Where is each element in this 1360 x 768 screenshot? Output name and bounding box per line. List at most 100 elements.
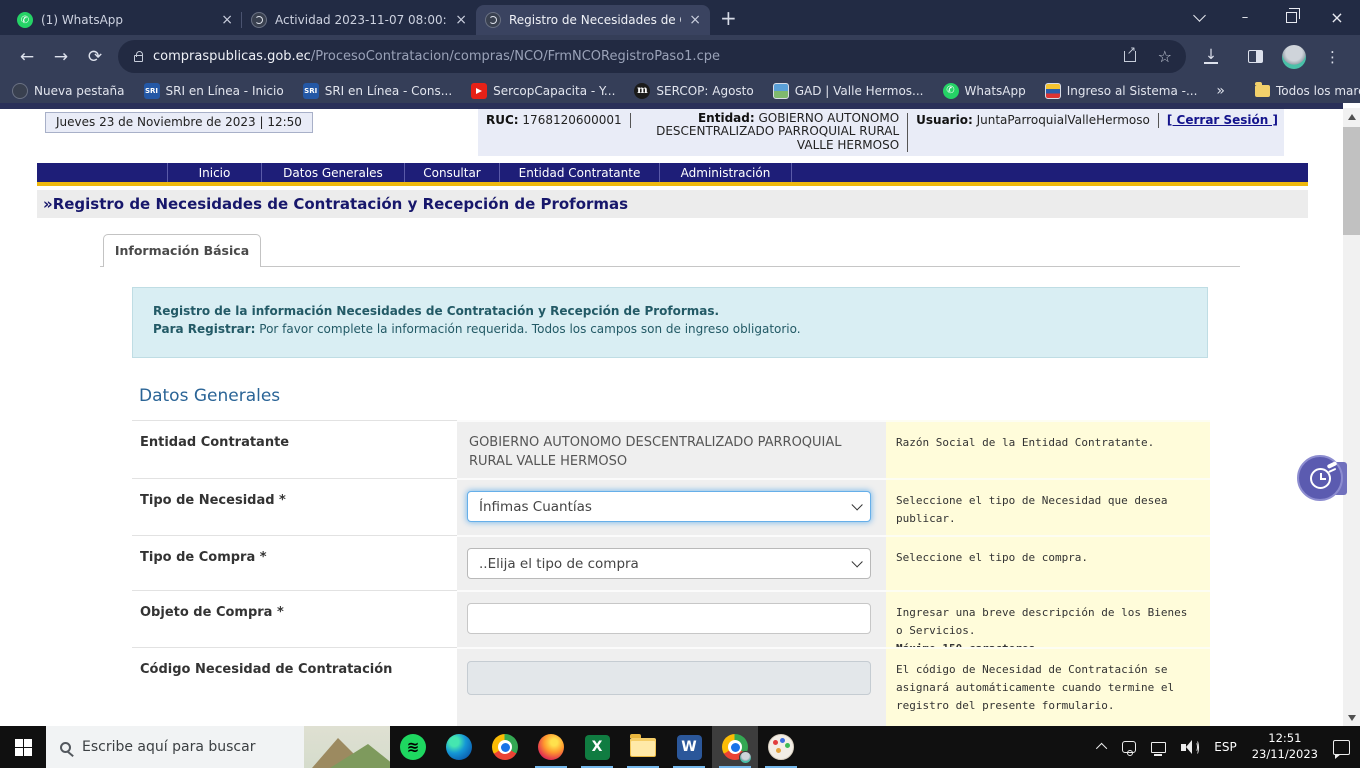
share-icon[interactable]: [1123, 44, 1136, 62]
taskbar-firefox[interactable]: [528, 726, 574, 768]
bookmark-ingreso-sistema[interactable]: Ingreso al Sistema -...: [1044, 82, 1197, 99]
network-icon[interactable]: [1151, 741, 1167, 756]
search-highlight-image[interactable]: [304, 726, 390, 768]
lock-icon[interactable]: [134, 50, 143, 62]
browser-tab-strip: ✆ (1) WhatsApp × Actividad 2023-11-07 08…: [0, 0, 1360, 35]
tipo-compra-select[interactable]: ..Elija el tipo de compra: [467, 548, 871, 579]
form-row-entidad: Entidad Contratante GOBIERNO AUTONOMO DE…: [132, 420, 1210, 478]
form-row-objeto-compra: Objeto de Compra * Ingresar una breve de…: [132, 590, 1210, 655]
bookmark-star-icon[interactable]: ☆: [1158, 47, 1172, 66]
nav-datos-generales[interactable]: Datos Generales: [262, 163, 405, 182]
search-placeholder: Escribe aquí para buscar: [82, 739, 256, 755]
sercop-favicon-icon: [251, 12, 267, 28]
sercop-favicon-icon: [485, 12, 501, 28]
back-button[interactable]: ←: [10, 40, 44, 74]
minimize-button[interactable]: –: [1222, 0, 1268, 35]
edge-icon: [446, 734, 472, 760]
tipo-necesidad-select[interactable]: Ínfimas Cuantías: [467, 491, 871, 522]
bookmark-sercopcapacita[interactable]: SercopCapacita - Y...: [471, 82, 615, 99]
spotify-icon: ≋: [400, 734, 426, 760]
taskbar-chrome-active[interactable]: [712, 726, 758, 768]
field-label: Objeto de Compra *: [132, 590, 457, 647]
taskbar-edge[interactable]: [436, 726, 482, 768]
profile-badge-icon: [739, 751, 752, 764]
paint-icon: [768, 734, 794, 760]
objeto-compra-input[interactable]: [467, 603, 871, 634]
tray-clock[interactable]: 12:51 23/11/2023: [1252, 731, 1318, 762]
notification-center-icon[interactable]: [1333, 739, 1350, 759]
tab-title: Actividad 2023-11-07 08:00:00 | N: [275, 13, 447, 27]
restore-button[interactable]: [1268, 0, 1314, 35]
close-window-button[interactable]: ×: [1314, 0, 1360, 35]
bookmark-sercop-agosto[interactable]: m SERCOP: Agosto: [634, 82, 754, 99]
tab-close-icon[interactable]: ×: [221, 12, 233, 28]
whatsapp-icon: ✆: [942, 82, 959, 99]
start-button[interactable]: [0, 726, 46, 768]
bookmark-nueva-pestana[interactable]: Nueva pestaña: [12, 82, 125, 99]
page-title: »Registro de Necesidades de Contratación…: [37, 190, 1308, 218]
logout-link[interactable]: [ Cerrar Sesión ]: [1167, 113, 1278, 127]
reload-button[interactable]: ⟳: [78, 40, 112, 74]
field-help: Seleccione el tipo de compra.: [886, 535, 1210, 590]
bookmark-sri-consultas[interactable]: SRI SRI en Línea - Cons...: [302, 82, 452, 99]
taskbar-explorer[interactable]: [620, 726, 666, 768]
bookmark-sri-inicio[interactable]: SRI SRI en Línea - Inicio: [143, 82, 284, 99]
tab-title: Registro de Necesidades de Con: [509, 13, 681, 27]
nav-administracion[interactable]: Administración: [660, 163, 792, 182]
tab-divider: [100, 266, 1240, 267]
address-bar[interactable]: compraspublicas.gob.ec/ProcesoContrataci…: [118, 40, 1186, 73]
web-page: Jueves 23 de Noviembre de 2023 | 12:50 R…: [0, 103, 1360, 726]
volume-icon[interactable]: [1181, 739, 1200, 755]
language-indicator[interactable]: ESP: [1214, 740, 1236, 754]
tab-close-icon[interactable]: ×: [455, 12, 467, 28]
nav-entidad-contratante[interactable]: Entidad Contratante: [500, 163, 660, 182]
scroll-down-arrow[interactable]: [1343, 709, 1360, 726]
tab-actividad[interactable]: Actividad 2023-11-07 08:00:00 | N ×: [242, 5, 476, 35]
system-tray: ESP 12:51 23/11/2023: [1096, 726, 1360, 768]
field-label: Tipo de Compra *: [132, 535, 457, 590]
tab-whatsapp[interactable]: ✆ (1) WhatsApp ×: [8, 5, 242, 35]
page-scrollbar[interactable]: [1343, 108, 1360, 726]
entidad-value: GOBIERNO AUTONOMO DESCENTRALIZADO PARROQ…: [469, 435, 842, 469]
windows-taskbar: Escribe aquí para buscar ≋ X W ESP 12:51: [0, 726, 1360, 768]
all-bookmarks-button[interactable]: Todos los marcadores: [1254, 81, 1360, 98]
field-help: Razón Social de la Entidad Contratante.: [886, 420, 1210, 478]
tab-informacion-basica[interactable]: Información Básica: [103, 234, 261, 267]
field-help: Ingresar una breve descripción de los Bi…: [886, 590, 1210, 655]
taskbar-spotify[interactable]: ≋: [390, 726, 436, 768]
taskbar-search[interactable]: Escribe aquí para buscar: [46, 726, 390, 768]
nav-inicio[interactable]: Inicio: [167, 163, 262, 182]
tray-chevron-up-icon[interactable]: [1096, 742, 1108, 755]
entidad-field: Entidad: GOBIERNO AUTONOMO DESCENTRALIZA…: [656, 111, 900, 152]
floating-timer-widget[interactable]: [1297, 455, 1347, 503]
side-panel-icon[interactable]: [1247, 50, 1263, 63]
downloads-icon[interactable]: ↓: [1204, 48, 1218, 64]
tab-search-icon[interactable]: [1176, 0, 1222, 35]
tab-close-icon[interactable]: ×: [689, 12, 701, 28]
bookmarks-overflow-chevron[interactable]: »: [1216, 83, 1225, 99]
gold-divider: [37, 182, 1308, 186]
word-icon: W: [676, 734, 702, 760]
bookmark-gad-valle-hermoso[interactable]: GAD | Valle Hermos...: [772, 82, 924, 99]
sri-icon: SRI: [302, 82, 319, 99]
bookmark-whatsapp[interactable]: ✆ WhatsApp: [942, 82, 1026, 99]
nav-consultar[interactable]: Consultar: [405, 163, 500, 182]
scroll-up-arrow[interactable]: [1343, 108, 1360, 125]
form-row-tipo-necesidad: Tipo de Necesidad * Ínfimas Cuantías Sel…: [132, 478, 1210, 535]
file-explorer-icon: [630, 733, 656, 757]
taskbar-chrome[interactable]: [482, 726, 528, 768]
scrollbar-thumb[interactable]: [1343, 127, 1360, 235]
codigo-necesidad-input: [467, 661, 871, 695]
gad-shield-icon: [772, 82, 789, 99]
menu-dots-icon[interactable]: ⋮: [1325, 48, 1341, 66]
profile-avatar[interactable]: [1282, 44, 1306, 69]
tab-registro-active[interactable]: Registro de Necesidades de Con ×: [476, 5, 710, 35]
taskbar-paint[interactable]: [758, 726, 804, 768]
taskbar-word[interactable]: W: [666, 726, 712, 768]
taskbar-excel[interactable]: X: [574, 726, 620, 768]
url-path: /ProcesoContratacion/compras/NCO/FrmNCOR…: [310, 49, 720, 64]
new-tab-button[interactable]: +: [720, 6, 737, 30]
tray-date: 23/11/2023: [1251, 747, 1318, 761]
forward-button[interactable]: →: [44, 40, 78, 74]
meet-now-icon[interactable]: [1122, 741, 1137, 756]
